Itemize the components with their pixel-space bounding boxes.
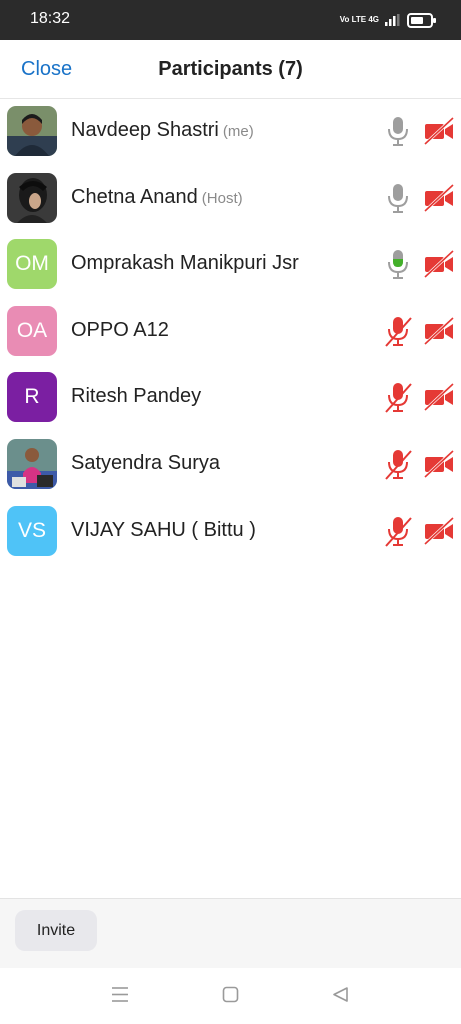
clock: 18:32 — [30, 10, 71, 27]
back-icon[interactable] — [332, 986, 349, 1003]
participant-name: Satyendra Surya — [71, 451, 220, 474]
participant-name-line: Ritesh Pandey — [71, 385, 201, 408]
status-icons: Vo LTE 4G — [339, 11, 436, 29]
mic-icon[interactable] — [384, 247, 412, 281]
avatar: R — [7, 372, 57, 423]
mic-muted-icon[interactable] — [384, 380, 412, 414]
participant-name-line: Chetna Anand (Host) — [71, 186, 243, 209]
participant-list: Navdeep Shastri (me) Chetna Anand (Host) OM O… — [0, 99, 461, 565]
participant-name-line: Navdeep Shastri (me) — [71, 119, 254, 142]
participant-name: OPPO A12 — [71, 318, 169, 341]
avatar — [7, 106, 57, 156]
network-indicator: Vo LTE 4G — [339, 15, 379, 24]
participant-row[interactable]: OA OPPO A12 — [0, 299, 461, 366]
bottom-bar: Invite — [0, 898, 461, 969]
participant-name: Ritesh Pandey — [71, 385, 202, 408]
participant-name: Omprakash Manikpuri Jsr — [71, 252, 299, 275]
participant-role-tag: (me) — [222, 123, 254, 140]
participant-name-line: Omprakash Manikpuri Jsr — [71, 252, 299, 275]
participant-row[interactable]: R Ritesh Pandey — [0, 365, 461, 432]
home-icon[interactable] — [222, 986, 239, 1003]
participant-name: Chetna Anand — [71, 185, 198, 208]
video-off-icon[interactable] — [423, 250, 455, 279]
video-off-icon[interactable] — [423, 316, 455, 345]
participant-name: VIJAY SAHU ( Bittu ) — [71, 518, 256, 541]
video-off-icon[interactable] — [423, 383, 455, 412]
participant-row[interactable]: Chetna Anand (Host) — [0, 166, 461, 233]
avatar: VS — [7, 505, 57, 556]
participant-row[interactable]: OM Omprakash Manikpuri Jsr — [0, 232, 461, 299]
invite-button[interactable]: Invite — [15, 910, 97, 951]
avatar: OM — [7, 239, 57, 290]
avatar: OA — [7, 305, 57, 356]
mic-muted-icon[interactable] — [384, 447, 412, 481]
status-bar: 18:32 Vo LTE 4G — [0, 0, 461, 40]
participant-name-line: Satyendra Surya — [71, 452, 220, 475]
signal-icon — [385, 14, 400, 26]
video-off-icon[interactable] — [423, 449, 455, 479]
mic-icon[interactable] — [384, 181, 412, 215]
participant-row[interactable]: Navdeep Shastri (me) — [0, 99, 461, 166]
participant-role-tag: (Host) — [201, 189, 243, 207]
participant-name: Navdeep Shastri — [71, 119, 219, 141]
system-nav-bar — [0, 968, 461, 1024]
video-off-icon[interactable] — [423, 116, 455, 146]
participant-name-line: OPPO A12 — [71, 319, 169, 342]
video-off-icon[interactable] — [423, 516, 455, 545]
video-off-icon[interactable] — [423, 183, 455, 212]
participant-name-line: VIJAY SAHU ( Bittu ) — [71, 519, 256, 542]
participant-row[interactable]: VS VIJAY SAHU ( Bittu ) — [0, 499, 461, 566]
header: Close Participants (7) — [0, 40, 461, 99]
mic-muted-icon[interactable] — [384, 314, 412, 348]
battery-icon — [407, 12, 436, 28]
mic-muted-icon[interactable] — [384, 514, 412, 548]
avatar — [7, 172, 57, 223]
avatar — [7, 438, 57, 489]
menu-icon[interactable] — [111, 986, 129, 1003]
participant-row[interactable]: Satyendra Surya — [0, 432, 461, 499]
page-title: Participants (7) — [158, 58, 303, 80]
mic-icon[interactable] — [384, 114, 412, 148]
